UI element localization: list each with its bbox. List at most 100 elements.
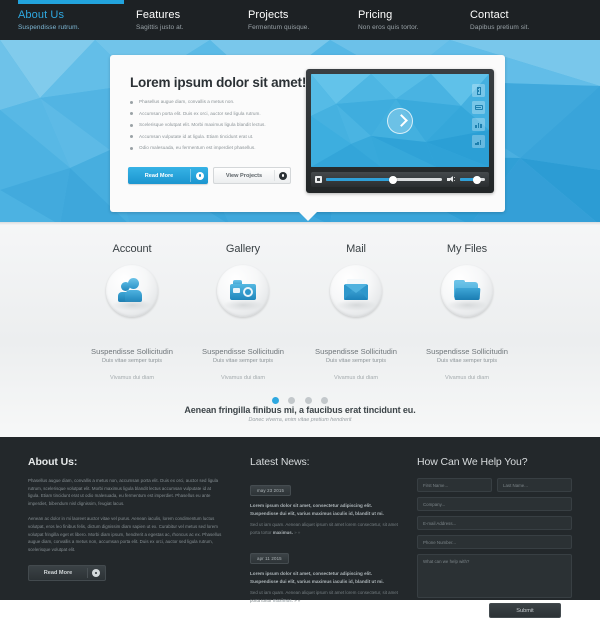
speaker-icon[interactable] [447,175,457,184]
nav-item-title: Features [136,9,181,21]
signal-icon[interactable] [472,135,485,148]
orb-reflection [112,299,152,311]
progress-fill [326,178,394,182]
about-paragraph-1: Phasellus augue diam, convallis a metus … [28,478,219,506]
footer-read-more-label: Read More [43,570,73,576]
page-root: About Us Suspendisse rutrum. Features Sa… [0,0,600,618]
hero-title: Lorem ipsum dolor sit amet! [130,75,307,90]
view-projects-label: View Projects [225,172,263,179]
news-more-arrows[interactable]: » » [293,598,300,603]
first-name-field[interactable]: First Name... [417,478,492,492]
orb-reflection [336,299,376,311]
news-title: Lorem ipsum dolor sit amet, consectetur … [250,503,384,516]
play-button-icon[interactable] [387,107,413,134]
carousel-dot[interactable] [321,397,329,405]
nav-item-subtitle: Fermentum quisque. [248,24,310,31]
feature-note: Vivamus dui diam [444,375,490,381]
nav-item-title: About Us [18,9,65,21]
arrow-circle-icon [279,171,287,180]
testimonial-subtitle: Donec viverra, enim vitae pretium hendre… [248,417,352,423]
nav-item-contact[interactable]: Contact Dapibus pretium sit. [470,9,529,33]
last-name-field[interactable]: Last Name... [497,478,572,492]
news-title: Lorem ipsum dolor sit amet, consectetur … [250,571,384,584]
card-icon[interactable] [472,101,485,114]
news-body-bold: maximus. [272,597,293,603]
read-more-button[interactable]: Read More [128,167,208,184]
feature-title: My Files [446,243,488,255]
name-row: First Name... Last Name... [417,478,572,497]
carousel-dot[interactable] [288,397,296,405]
news-item[interactable]: may 23 2015 Lorem ipsum dolor sit amet, … [250,479,400,536]
nav-item-subtitle: Suspendisse rutrum. [18,24,80,31]
news-more-arrows[interactable]: » » [293,530,300,535]
news-item[interactable]: apr 11 2015 Lorem ipsum dolor sit amet, … [250,547,400,604]
hero-bullet-item: Accumsan vulputate id at ligula. Etiam t… [130,131,305,143]
nav-item-subtitle: Non eros quis tortor. [358,24,419,31]
submit-button[interactable]: Submit [489,603,561,618]
view-projects-button[interactable]: View Projects [213,167,291,184]
hero-bullet-item: Scelerisque volutpat elit. Morbi maximus… [130,119,305,131]
volume-knob[interactable] [473,175,481,184]
divider [87,568,88,578]
volume-slider[interactable] [460,175,485,184]
form-fields: First Name... Last Name... Company... E-… [417,478,572,618]
hero-banner: Lorem ipsum dolor sit amet! Phasellus au… [0,40,600,225]
news-date-badge: apr 11 2015 [250,553,289,564]
carousel-dot[interactable] [304,397,312,405]
company-field[interactable]: Company... [417,497,572,511]
feature-desc: Suspendisse Sollicitudin [426,347,508,356]
nav-item-title: Contact [470,9,509,21]
video-player[interactable] [306,69,494,193]
nav-item-subtitle: Sagittis justo at. [136,24,184,31]
battery-icon[interactable] [472,84,485,97]
footer: About Us: Phasellus augue diam, convalli… [0,437,600,618]
nav-item-title: Projects [248,9,289,21]
nav-items: About Us Suspendisse rutrum. Features Sa… [0,0,600,40]
form-heading: How Can We Help You? [417,456,528,468]
nav-item-projects[interactable]: Projects Fermentum quisque. [248,9,309,33]
hero-bullet-item: Phasellus augue diam, convallis a metus … [130,96,305,108]
video-screen[interactable] [311,74,489,167]
stop-icon[interactable] [315,176,322,183]
about-heading: About Us: [28,456,78,468]
news-heading: Latest News: [250,456,310,468]
nav-item-features[interactable]: Features Sagittis justo at. [136,9,184,33]
divider [274,170,275,181]
nav-item-about-us[interactable]: About Us Suspendisse rutrum. [18,9,80,33]
nav-item-title: Pricing [358,9,393,21]
divider [190,169,191,182]
nav-item-pricing[interactable]: Pricing Non eros quis tortor. [358,9,419,33]
hero-bullet-item: Accumsan porta elit. Duis ex orci, aucto… [130,108,305,120]
news-date-badge: may 23 2015 [250,485,292,496]
footer-news-column: Latest News: may 23 2015 Lorem ipsum dol… [250,456,400,604]
nav-item-subtitle: Dapibus pretium sit. [470,24,530,31]
feature-subdesc: Duis vitae semper turpis [437,358,497,364]
video-progress-slider[interactable] [326,175,442,184]
bar-chart-icon[interactable] [472,118,485,131]
news-body: Sed ut iam quam. Aenean aliquet ipsum si… [250,521,400,536]
email-field[interactable]: E-mail Address... [417,516,572,530]
feature-my-files[interactable]: My Files Suspendisse Sollicitudin Duis v… [392,243,542,381]
carousel-dot-active[interactable] [271,397,279,405]
video-controls-bar [311,172,489,187]
phone-field[interactable]: Phone Number... [417,535,572,549]
about-paragraph-2: Aenean ac dolor in mi laoreet auctor vit… [28,516,222,552]
footer-read-more-button[interactable]: Read More [28,565,106,581]
footer-about-column: About Us: Phasellus augue diam, convalli… [28,456,223,553]
arrow-circle-icon [196,171,204,180]
progress-knob[interactable] [389,175,397,184]
footer-contact-form: How Can We Help You? First Name... Last … [417,456,572,618]
video-side-icons [472,84,485,152]
arrow-circle-icon [92,569,100,577]
features-section: Account Suspendisse Sollicitudin Duis vi… [0,225,600,437]
news-body-bold: maximus. [272,529,293,535]
orb-reflection [223,299,263,311]
read-more-label: Read More [144,172,174,179]
top-navigation-bar: About Us Suspendisse rutrum. Features Sa… [0,0,600,40]
orb-reflection [447,299,487,311]
hero-bullet-list: Phasellus augue diam, convallis a metus … [130,96,305,154]
testimonial-quote: Aenean fringilla finibus mi, a faucibus … [184,405,416,415]
hero-bullet-item: Odio malesuada, eu fermentum est imperdi… [130,142,305,154]
message-field[interactable]: What can we help with? [417,554,572,598]
news-body: Sed ut iam quam. Aenean aliquet ipsum si… [250,589,400,604]
